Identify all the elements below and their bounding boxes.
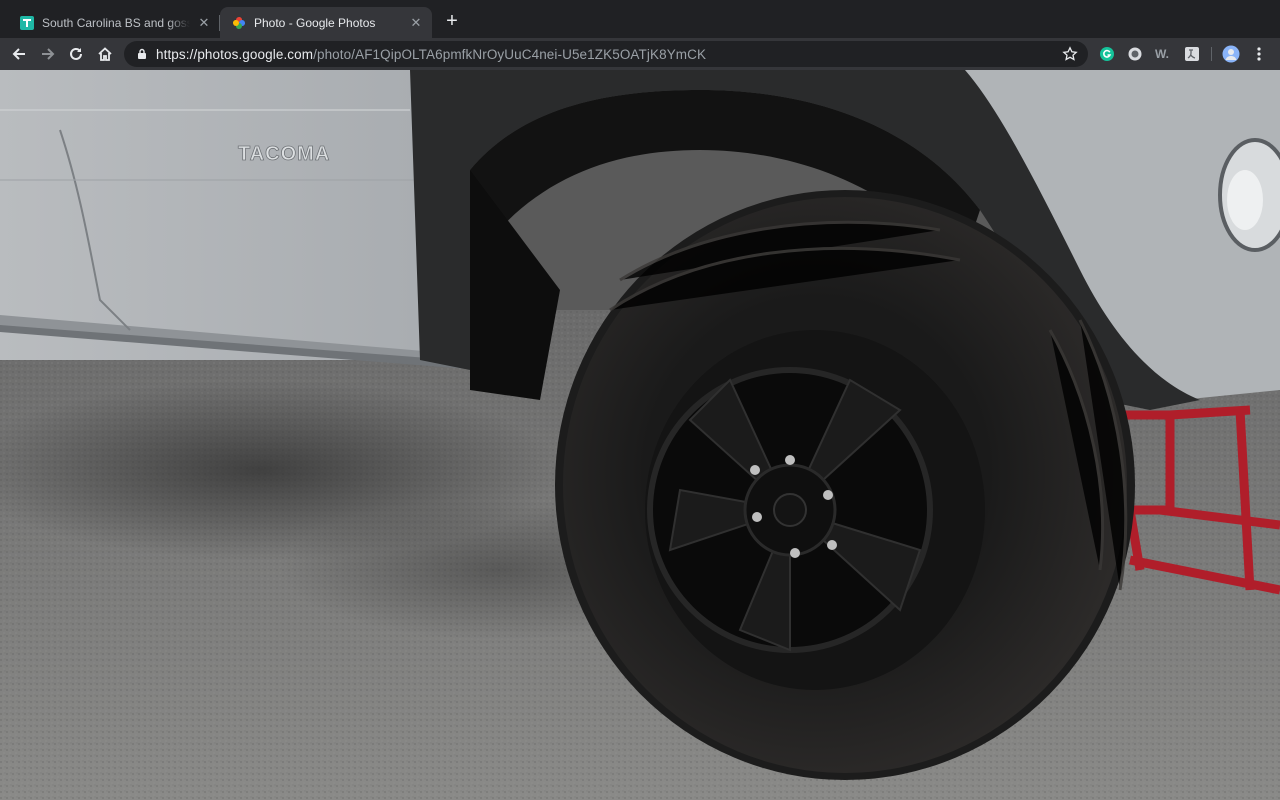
home-icon xyxy=(98,47,112,61)
browser-toolbar: https://photos.google.com/photo/AF1QipOL… xyxy=(0,38,1280,70)
url-text[interactable]: https://photos.google.com/photo/AF1QipOL… xyxy=(156,47,706,62)
lock-icon xyxy=(138,48,146,59)
square-t-favicon xyxy=(20,15,34,30)
grammarly-extension-icon[interactable] xyxy=(1098,45,1116,63)
forward-button[interactable] xyxy=(37,43,59,65)
forward-arrow-icon xyxy=(42,48,55,60)
tab-title: South Carolina BS and gossip for xyxy=(42,15,190,30)
address-bar[interactable]: https://photos.google.com/photo/AF1QipOL… xyxy=(124,41,1088,67)
reload-button[interactable] xyxy=(65,43,87,65)
back-button[interactable] xyxy=(8,43,30,65)
url-scheme: https:// xyxy=(156,46,198,62)
url-host: photos.google.com xyxy=(197,46,314,62)
reload-icon xyxy=(70,47,82,60)
photo-viewer[interactable]: TACOMA xyxy=(0,70,1280,800)
close-tab-icon[interactable]: ✕ xyxy=(408,15,424,31)
circle-extension-icon[interactable] xyxy=(1126,45,1144,63)
truck-wheel-photo: TACOMA xyxy=(0,70,1280,800)
tab-south-carolina[interactable]: South Carolina BS and gossip for ✕ xyxy=(8,7,220,38)
tab-strip: South Carolina BS and gossip for ✕ Photo… xyxy=(0,0,1280,38)
google-photos-favicon xyxy=(232,16,246,30)
tab-title: Photo - Google Photos xyxy=(254,15,376,30)
back-arrow-icon xyxy=(12,48,25,60)
close-tab-icon[interactable]: ✕ xyxy=(196,15,212,31)
profile-avatar[interactable] xyxy=(1222,45,1240,63)
tacoma-badge: TACOMA xyxy=(238,143,330,165)
kebab-menu-icon[interactable] xyxy=(1250,45,1268,63)
translate-extension-icon[interactable] xyxy=(1183,45,1201,63)
toolbar-divider xyxy=(1211,47,1212,61)
home-button[interactable] xyxy=(94,43,116,65)
svg-text:W.: W. xyxy=(1155,47,1169,61)
tab-google-photos[interactable]: Photo - Google Photos ✕ xyxy=(220,7,432,38)
new-tab-button[interactable]: + xyxy=(442,11,462,31)
url-path: /photo/AF1QipOLTA6pmfkNrOyUuC4nei-U5e1ZK… xyxy=(313,46,707,62)
w-extension-icon[interactable]: W. xyxy=(1154,45,1172,63)
bookmark-star-icon[interactable] xyxy=(1062,46,1078,62)
